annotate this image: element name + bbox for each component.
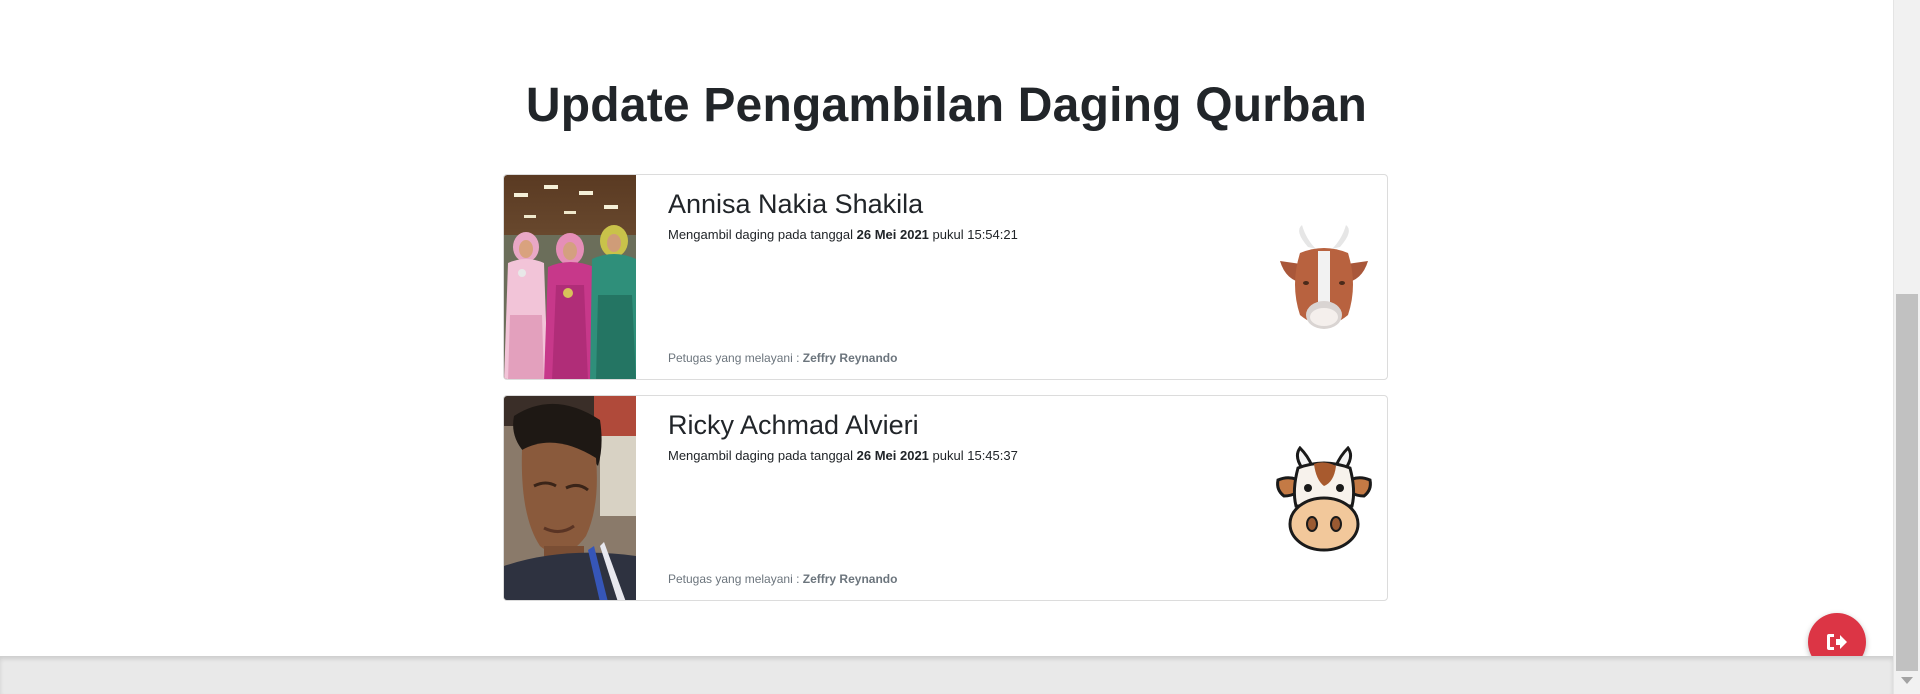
recipient-name: Annisa Nakia Shakila <box>668 189 924 219</box>
profile-photo <box>504 175 636 379</box>
goat-icon <box>1274 225 1374 335</box>
vertical-scrollbar[interactable] <box>1893 0 1920 694</box>
officer-info: Petugas yang melayani : Zeffry Reynando <box>668 572 898 586</box>
bottom-panel <box>0 656 1893 694</box>
officer-name: Zeffry Reynando <box>802 351 898 365</box>
pickup-info: Mengambil daging pada tanggal 26 Mei 202… <box>668 227 1018 242</box>
pickup-date: 26 Mei 2021 <box>856 448 929 463</box>
page-viewport: Update Pengambilan Daging Qurban Annisa … <box>0 0 1893 671</box>
list-item: Annisa Nakia Shakila Mengambil daging pa… <box>503 174 1388 380</box>
pickup-time: 15:45:37 <box>967 448 1018 463</box>
list-item: Ricky Achmad Alvieri Mengambil daging pa… <box>503 395 1388 601</box>
scrollbar-thumb[interactable] <box>1896 294 1918 671</box>
profile-photo <box>504 396 636 600</box>
logout-icon <box>1827 634 1847 650</box>
officer-info: Petugas yang melayani : Zeffry Reynando <box>668 351 898 365</box>
cow-icon <box>1274 445 1374 556</box>
officer-name: Zeffry Reynando <box>802 572 898 586</box>
pickup-date: 26 Mei 2021 <box>856 227 929 242</box>
pickup-info: Mengambil daging pada tanggal 26 Mei 202… <box>668 448 1018 463</box>
scroll-down-arrow-icon[interactable] <box>1901 677 1913 684</box>
page-title: Update Pengambilan Daging Qurban <box>525 79 1368 132</box>
pickup-time: 15:54:21 <box>967 227 1018 242</box>
recipient-name: Ricky Achmad Alvieri <box>668 410 919 440</box>
